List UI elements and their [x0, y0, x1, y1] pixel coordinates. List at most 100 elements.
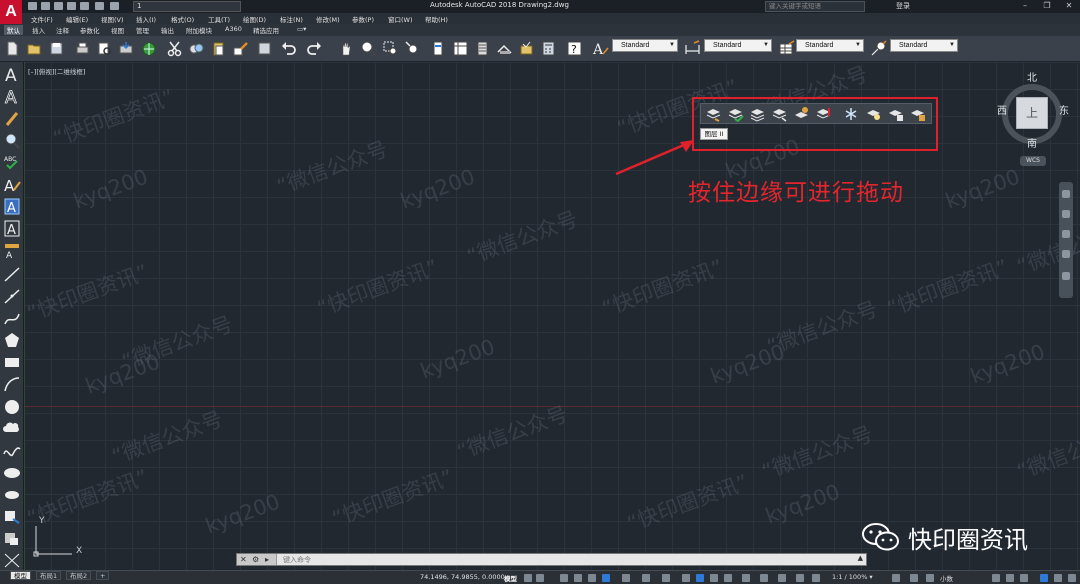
- tab-manage[interactable]: 管理: [133, 25, 152, 35]
- print-icon[interactable]: [74, 40, 91, 57]
- zoom-window-icon[interactable]: [382, 40, 399, 57]
- dim-style-select[interactable]: Standard ▼: [704, 39, 772, 52]
- tab-layout2[interactable]: 布局2: [66, 571, 92, 580]
- orbit-icon[interactable]: [1062, 250, 1070, 258]
- units-icon[interactable]: [926, 574, 934, 582]
- redo-icon[interactable]: [110, 2, 119, 10]
- isolate-objects-icon[interactable]: [1020, 574, 1028, 582]
- table-style-select[interactable]: Standard ▼: [796, 39, 864, 52]
- markup-set-icon[interactable]: [518, 40, 535, 57]
- object-snap-icon[interactable]: [662, 574, 670, 582]
- help-icon[interactable]: ?: [566, 40, 583, 57]
- text-a-outline-icon[interactable]: A: [2, 88, 22, 105]
- units-value[interactable]: 小数: [940, 573, 953, 583]
- tab-default[interactable]: 默认: [4, 25, 23, 35]
- menu-edit[interactable]: 编辑(E): [66, 14, 88, 24]
- compass-west[interactable]: 西: [997, 102, 1007, 117]
- ellipse-arc-icon[interactable]: [2, 486, 22, 503]
- steering-wheel-icon[interactable]: [1062, 190, 1070, 198]
- circle-icon[interactable]: [2, 398, 22, 415]
- ellipse-icon[interactable]: [2, 464, 22, 481]
- properties-icon[interactable]: [430, 40, 447, 57]
- wrench-icon[interactable]: ⚙: [252, 555, 259, 564]
- workspace-select[interactable]: 1: [133, 1, 241, 12]
- login-button[interactable]: 登录: [896, 1, 910, 11]
- match-properties-icon[interactable]: [232, 40, 249, 57]
- menu-dimension[interactable]: 标注(N): [280, 14, 303, 24]
- pan-icon[interactable]: [338, 40, 355, 57]
- dynamic-input-icon[interactable]: [574, 574, 582, 582]
- model-space-button[interactable]: 模型: [504, 573, 517, 583]
- point-icon[interactable]: [2, 552, 22, 569]
- multileader-style-icon[interactable]: [870, 40, 887, 57]
- tab-layout1[interactable]: 布局1: [36, 571, 62, 580]
- polygon-icon[interactable]: [2, 332, 22, 349]
- undo-icon[interactable]: [95, 2, 104, 10]
- cut-icon[interactable]: [166, 40, 183, 57]
- rectangle-icon[interactable]: [2, 354, 22, 371]
- menu-format[interactable]: 格式(O): [171, 14, 194, 24]
- menu-help[interactable]: 帮助(H): [425, 14, 448, 24]
- zoom-realtime-icon[interactable]: [360, 40, 377, 57]
- spell-check-icon[interactable]: ABC: [2, 154, 22, 171]
- block-editor-icon[interactable]: [256, 40, 273, 57]
- recent-commands-icon[interactable]: ▸: [265, 555, 269, 564]
- tool-palettes-icon[interactable]: [474, 40, 491, 57]
- table-style-icon[interactable]: [778, 40, 795, 57]
- menu-parametric[interactable]: 参数(P): [352, 14, 374, 24]
- insert-block-icon[interactable]: [2, 508, 22, 525]
- selection-cycling-icon[interactable]: [710, 574, 718, 582]
- ortho-icon[interactable]: [588, 574, 596, 582]
- object-snap-tracking-icon[interactable]: [642, 574, 650, 582]
- annotation-monitor-icon[interactable]: [910, 574, 918, 582]
- tab-a360[interactable]: A360: [222, 25, 245, 35]
- chevron-up-icon[interactable]: ▲: [858, 554, 863, 562]
- 3d-dwf-icon[interactable]: [140, 40, 157, 57]
- minimize-button[interactable]: –: [1014, 0, 1036, 12]
- polar-icon[interactable]: [602, 574, 610, 582]
- text-a-icon[interactable]: A: [2, 66, 22, 83]
- viewcube[interactable]: 上 北 南 西 东 WCS: [996, 68, 1080, 172]
- tab-annotate[interactable]: 注释: [53, 25, 72, 35]
- publish-icon[interactable]: [118, 40, 135, 57]
- dynamic-ucs-icon[interactable]: [742, 574, 750, 582]
- open-file-icon[interactable]: [41, 2, 50, 10]
- workspace-switch-icon[interactable]: [892, 574, 900, 582]
- auto-scale-icon[interactable]: [812, 574, 820, 582]
- command-input[interactable]: 键入命令: [283, 555, 311, 565]
- viewport-controls[interactable]: [–][俯视][二维线框]: [28, 66, 85, 76]
- close-icon[interactable]: ✕: [240, 555, 247, 564]
- quick-properties-icon[interactable]: [992, 574, 1000, 582]
- maximize-button[interactable]: ❐: [1036, 0, 1058, 12]
- dim-style-icon[interactable]: [684, 40, 701, 57]
- transparency-icon[interactable]: [696, 574, 704, 582]
- command-line[interactable]: ✕ ⚙ ▸ 键入命令 ▲: [236, 553, 867, 566]
- spline-icon[interactable]: [2, 442, 22, 459]
- infer-icon[interactable]: [560, 574, 568, 582]
- paste-icon[interactable]: [210, 40, 227, 57]
- menu-modify[interactable]: 修改(M): [316, 14, 340, 24]
- undo-icon[interactable]: [280, 40, 297, 57]
- hardware-acceleration-icon[interactable]: [1040, 574, 1048, 582]
- line-icon[interactable]: [2, 266, 22, 283]
- zoom-previous-icon[interactable]: [404, 40, 421, 57]
- tab-view[interactable]: 视图: [108, 25, 127, 35]
- customization-icon[interactable]: [1068, 574, 1076, 582]
- snap-icon[interactable]: [536, 574, 544, 582]
- multileader-style-select[interactable]: Standard ▼: [890, 39, 958, 52]
- text-style-select[interactable]: Standard ▼: [612, 39, 678, 52]
- menu-draw[interactable]: 绘图(D): [243, 14, 266, 24]
- compass-north[interactable]: 北: [1027, 69, 1037, 84]
- isodraft-icon[interactable]: [622, 574, 630, 582]
- redo-icon[interactable]: [306, 40, 323, 57]
- save-icon[interactable]: [48, 40, 65, 57]
- grid-icon[interactable]: [524, 574, 532, 582]
- tab-featured[interactable]: 精选应用: [250, 25, 282, 35]
- tab-options-icon[interactable]: ▭▾: [294, 25, 309, 35]
- construction-line-icon[interactable]: [2, 288, 22, 305]
- lock-ui-icon[interactable]: [1006, 574, 1014, 582]
- polyline-icon[interactable]: [2, 310, 22, 327]
- annotation-scale[interactable]: 1:1 / 100% ▾: [832, 573, 873, 581]
- menu-file[interactable]: 文件(F): [31, 14, 53, 24]
- new-icon[interactable]: [4, 40, 21, 57]
